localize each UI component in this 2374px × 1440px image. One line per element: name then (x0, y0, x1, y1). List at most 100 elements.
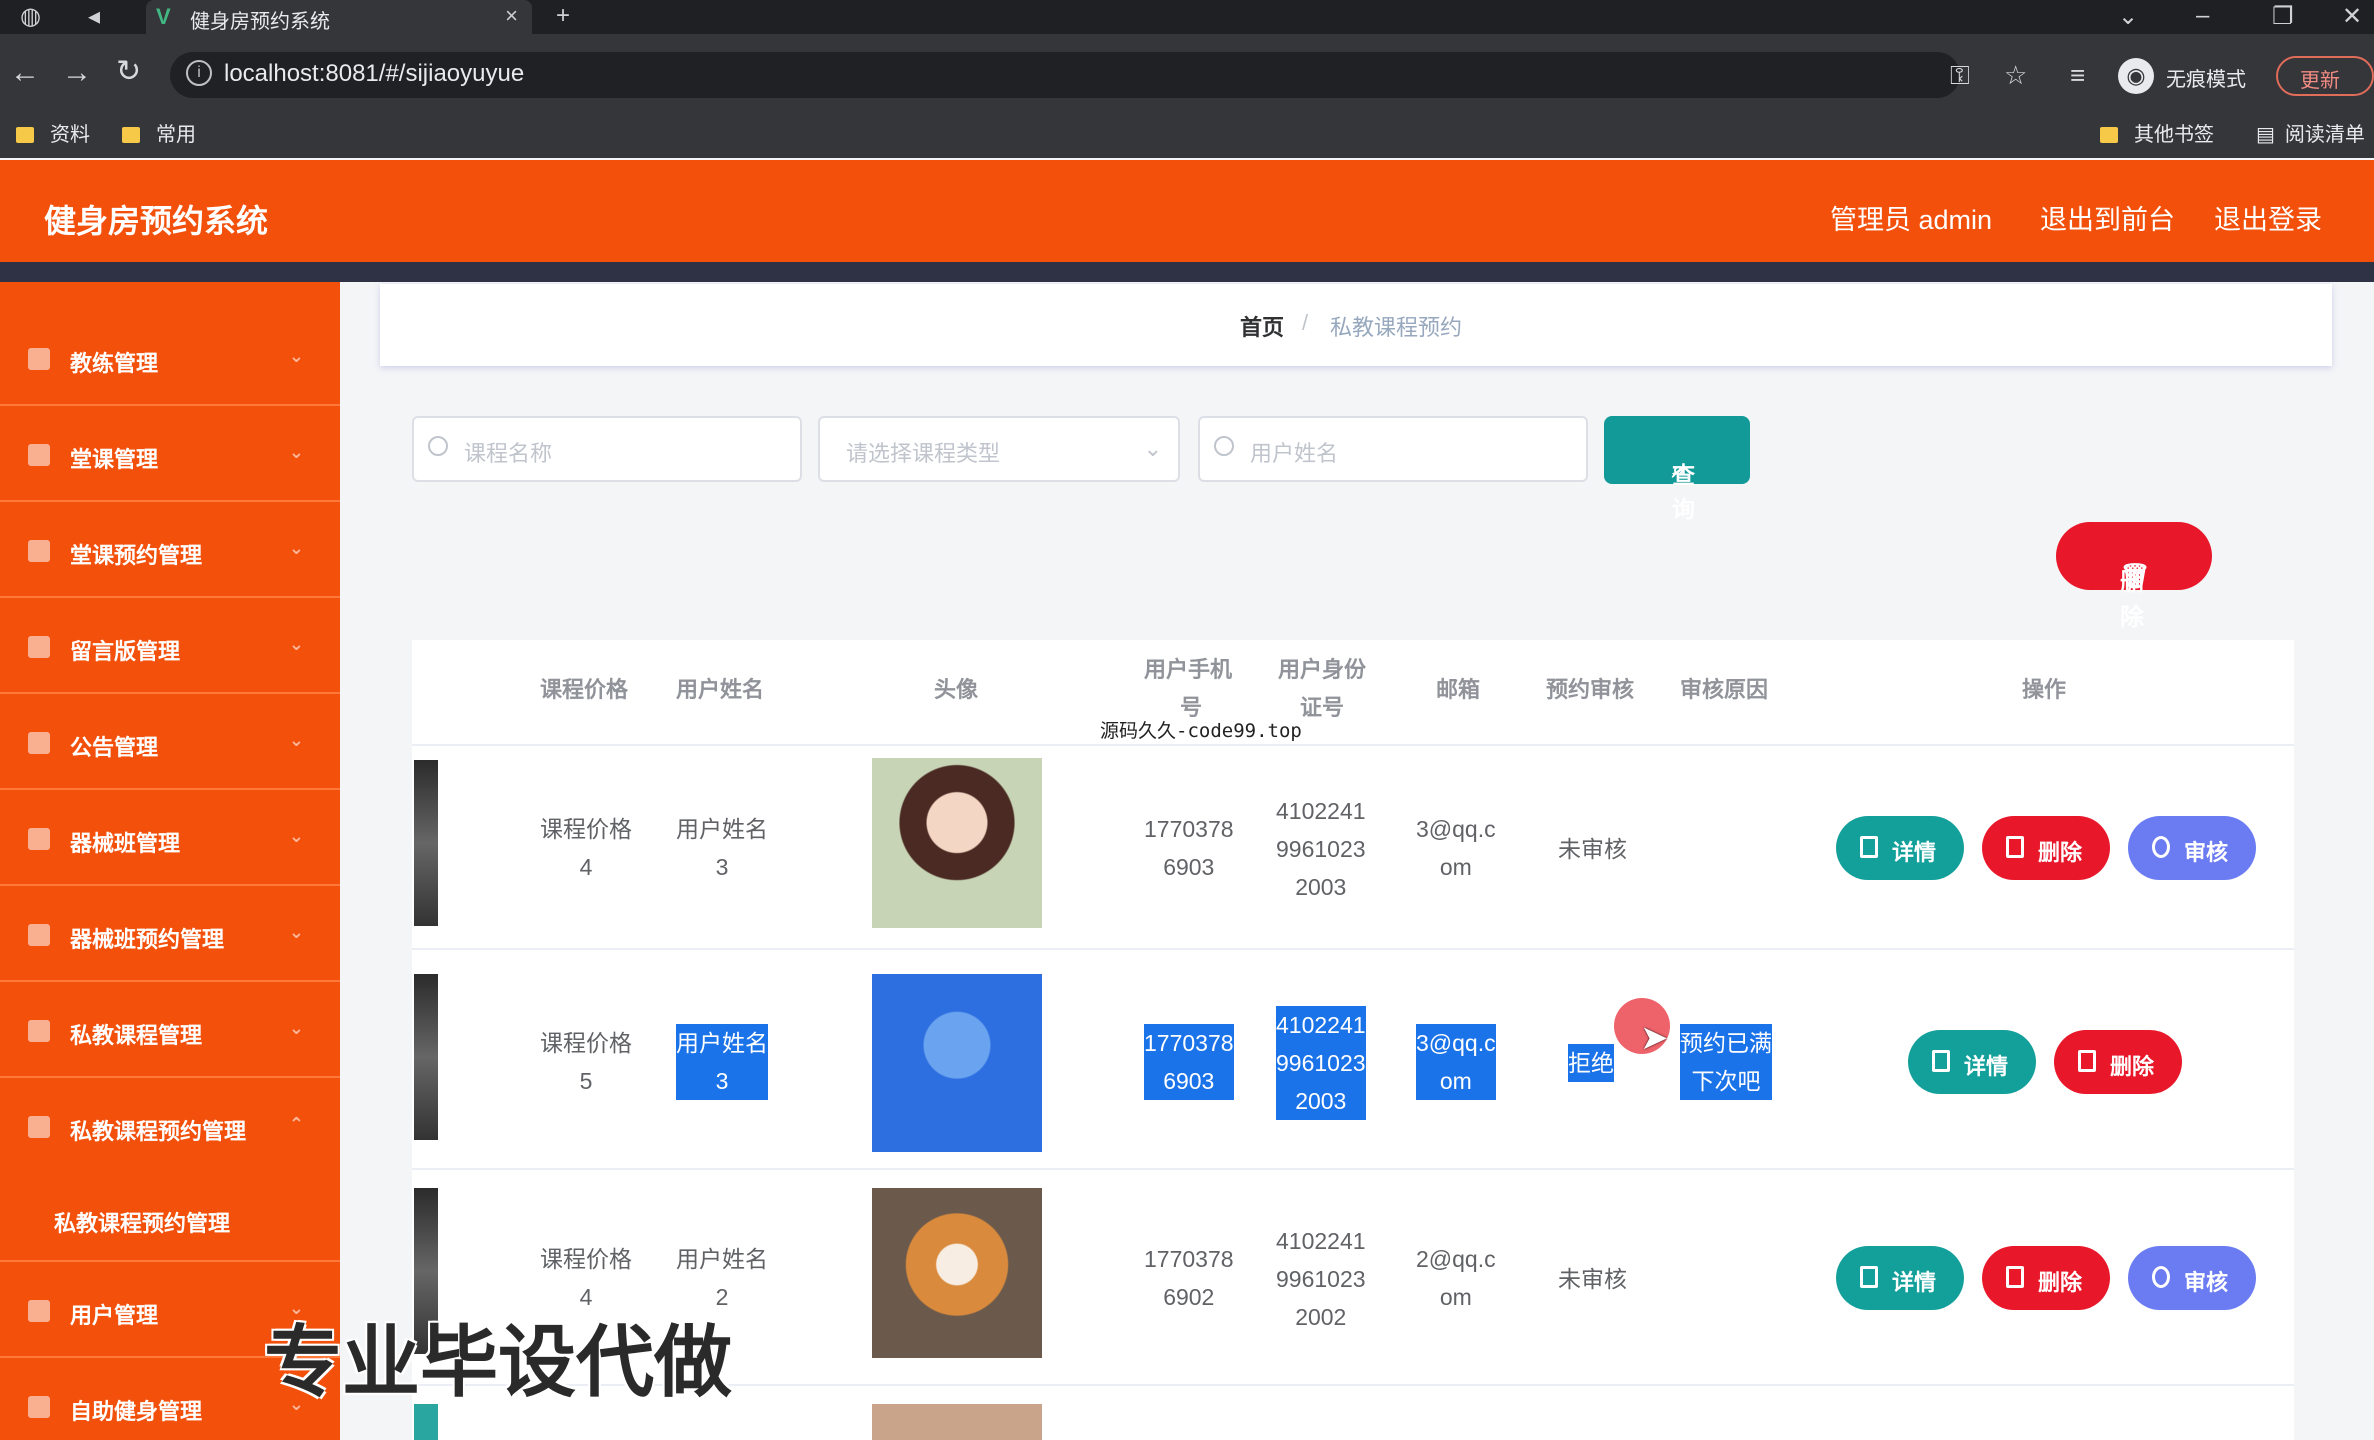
user-avatar (872, 1188, 1042, 1358)
table-cell-reason: 预约已满 下次吧 (1680, 1024, 1772, 1100)
browser-menu-icon[interactable]: ◍ (20, 2, 41, 31)
user-avatar (872, 1404, 1042, 1440)
detail-label: 详情 (1892, 1270, 1937, 1295)
sidebar-item-label: 堂课预约管理 (70, 543, 203, 568)
exit-to-front-link[interactable]: 退出到前台 (2040, 198, 2175, 237)
bookmark-star-icon[interactable]: ☆ (2004, 60, 2027, 91)
header-idcard: 用户身份 (1278, 657, 1367, 682)
chevron-down-icon: ⌄ (1143, 436, 1162, 461)
detail-label: 详情 (1892, 840, 1937, 865)
document-icon (1860, 836, 1878, 858)
key-icon[interactable]: ⚿ (1950, 60, 1970, 92)
user-name-input[interactable]: 用户姓名 (1198, 416, 1588, 482)
document-icon (1860, 1266, 1878, 1288)
query-button[interactable]: 查询 ⌕ (1604, 416, 1750, 522)
folder-icon (122, 127, 140, 143)
detail-button[interactable]: 详情 (1908, 1030, 2036, 1094)
bookmark-folder-changyong[interactable]: 常用 (122, 118, 196, 148)
placeholder: 请选择课程类型 (846, 441, 1001, 466)
menu-icon (28, 444, 50, 466)
course-type-select[interactable]: 请选择课程类型 ⌄ (818, 416, 1180, 482)
detail-button[interactable]: 详情 (1836, 816, 1964, 880)
new-tab-icon[interactable]: + (556, 2, 570, 30)
bookmark-other[interactable]: 其他书签 (2100, 118, 2214, 148)
course-name-input[interactable]: 课程名称 (412, 416, 802, 482)
sidebar-item-coach[interactable]: 教练管理 ⌄ (0, 312, 340, 406)
back-icon[interactable]: ← (10, 56, 40, 90)
tab-search-chevron-icon[interactable]: ⌄ (2118, 2, 2138, 31)
bookmark-folder-ziliao[interactable]: 资料 (16, 118, 90, 148)
menu-icon (28, 1116, 50, 1138)
sidebar-item-label: 留言版管理 (70, 639, 181, 664)
bookmarks-bar (0, 112, 2374, 158)
chevron-down-icon: ⌄ (288, 1018, 304, 1038)
sidebar-item-class-booking[interactable]: 堂课预约管理 ⌄ (0, 504, 340, 598)
sidebar-item-label: 私教课程管理 (70, 1023, 203, 1048)
user-icon (28, 636, 50, 658)
row-divider (412, 948, 2294, 950)
app-title: 健身房预约系统 (44, 203, 269, 239)
minimize-icon[interactable]: – (2196, 2, 2209, 30)
table-cell-phone: 1770378 6903 (1144, 816, 1234, 880)
mute-icon[interactable]: ◂ (88, 2, 100, 31)
submenu-label: 私教课程预约管理 (54, 1211, 231, 1236)
chevron-down-icon: ⌄ (288, 634, 304, 654)
tab-title: 健身房预约系统 (190, 11, 330, 33)
admin-label: 管理员 admin (1830, 205, 1993, 235)
reading-list-icon[interactable]: ≡ (2070, 60, 2085, 91)
forward-icon[interactable]: → (62, 56, 92, 90)
app-header (0, 160, 2374, 262)
sidebar-item-equipment-booking[interactable]: 器械班预约管理 ⌄ (0, 888, 340, 982)
close-window-icon[interactable]: ✕ (2342, 2, 2362, 31)
url-text[interactable]: localhost:8081/#/sijiaoyuyue (224, 60, 524, 88)
sidebar-item-label: 自助健身管理 (70, 1399, 203, 1424)
search-icon (1214, 436, 1234, 456)
table-cell-email: 3@qq.c om (1416, 1024, 1496, 1100)
promo-banner-text: 专业毕设代做 (264, 1318, 733, 1408)
chevron-down-icon: ⌄ (288, 826, 304, 846)
update-button[interactable]: 更新 (2276, 56, 2374, 96)
restore-icon[interactable]: ❐ (2272, 2, 2294, 31)
submenu-private-course-booking[interactable]: 私教课程预约管理 (0, 1170, 340, 1262)
browser-tab-active[interactable]: V 健身房预约系统 × (146, 0, 532, 34)
row-thumbnail (414, 974, 438, 1140)
logout-link[interactable]: 退出登录 (2214, 198, 2322, 237)
table-cell-idcard: 4102241 9961023 2003 (1276, 798, 1366, 900)
reading-list-icon: ▤ (2256, 124, 2275, 146)
chevron-up-icon: ⌃ (288, 1114, 304, 1134)
batch-delete-button[interactable]: 🗑 删除 (2056, 522, 2212, 631)
chevron-down-icon: ⌄ (288, 442, 304, 462)
menu-icon (28, 540, 50, 562)
sidebar-item-notices[interactable]: 公告管理 ⌄ (0, 696, 340, 790)
site-info-icon[interactable]: i (186, 60, 212, 86)
sidebar-item-private-course-booking[interactable]: 私教课程预约管理 ⌃ (0, 1080, 340, 1174)
review-button[interactable]: 审核 (2128, 1246, 2256, 1310)
breadcrumb-separator: / (1302, 310, 1309, 335)
row-divider (412, 744, 2294, 746)
delete-label: 删除 (2120, 569, 2144, 631)
delete-button[interactable]: 删除 (1982, 816, 2110, 880)
header-phone: 用户手机 (1144, 657, 1233, 682)
tab-close-icon[interactable]: × (505, 3, 518, 29)
review-label: 审核 (2184, 1270, 2229, 1295)
grid-icon (28, 732, 50, 754)
breadcrumb-home[interactable]: 首页 (1240, 310, 1284, 342)
review-button[interactable]: 审核 (2128, 816, 2256, 880)
header-review: 预约审核 (1546, 677, 1635, 702)
breadcrumb-current: 私教课程预约 (1330, 315, 1463, 340)
reload-icon[interactable]: ↻ (116, 54, 141, 89)
reading-list[interactable]: ▤ 阅读清单 (2256, 118, 2365, 148)
sidebar-item-class[interactable]: 堂课管理 ⌄ (0, 408, 340, 502)
vue-favicon-icon: V (156, 4, 171, 29)
delete-button[interactable]: 删除 (2054, 1030, 2182, 1094)
incognito-icon[interactable]: ◉ (2118, 58, 2154, 94)
row-divider (412, 1168, 2294, 1170)
sidebar-item-equipment[interactable]: 器械班管理 ⌄ (0, 792, 340, 886)
detail-button[interactable]: 详情 (1836, 1246, 1964, 1310)
header-operations: 操作 (2022, 677, 2067, 702)
sidebar-item-private-course[interactable]: 私教课程管理 ⌄ (0, 984, 340, 1078)
header-reason: 审核原因 (1680, 677, 1769, 702)
sidebar-item-messages[interactable]: 留言版管理 ⌄ (0, 600, 340, 694)
delete-button[interactable]: 删除 (1982, 1246, 2110, 1310)
chevron-down-icon: ⌄ (288, 346, 304, 366)
